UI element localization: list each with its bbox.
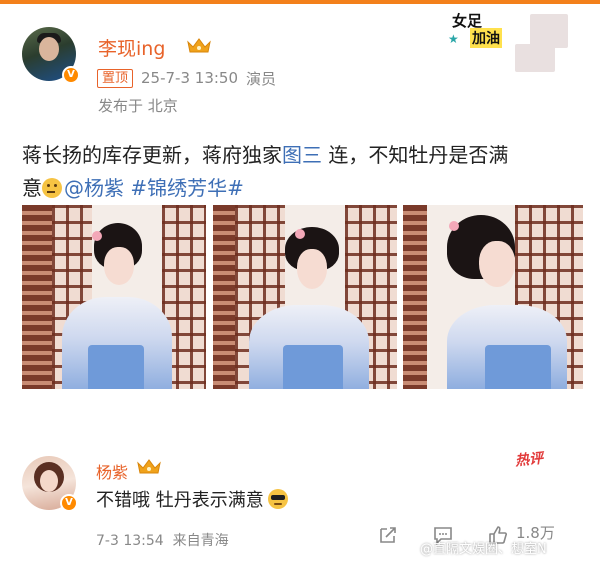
vip-crown-icon [137, 459, 161, 474]
post-photo-2[interactable] [213, 205, 397, 389]
comment-meta: 7-3 13:54 来自青海 [96, 530, 229, 550]
post-text-part: 意 [22, 176, 42, 200]
sticker-line2: 加油 [470, 28, 502, 48]
blurred-area [515, 44, 555, 72]
share-icon [380, 527, 396, 543]
mention-link[interactable]: @杨紫 [64, 176, 124, 200]
sunglasses-emoji-icon [267, 489, 288, 509]
image-link[interactable]: 图三 [282, 143, 322, 167]
hot-comment-badge: 热评 [514, 450, 544, 470]
pinned-badge: 置顶 [97, 68, 134, 88]
author-role: 演员 [246, 69, 277, 88]
comment-source: 来自青海 [172, 533, 229, 549]
comment-time: 7-3 13:54 [96, 533, 164, 549]
post-meta: 置顶 25-7-3 13:50 演员 [97, 68, 276, 88]
post-time: 25-7-3 13:50 [141, 69, 239, 87]
comment-text-content: 不错哦 牡丹表示满意 [96, 490, 264, 511]
top-accent-bar [0, 0, 600, 4]
post-photo-3[interactable] [403, 205, 583, 389]
sticker-badge: 女足 ★ 加油 [444, 8, 514, 50]
comment-text: 不错哦 牡丹表示满意 [96, 486, 288, 512]
author-name[interactable]: 李现ing [98, 34, 165, 61]
blurred-area [530, 14, 568, 48]
post-text-part: 连，不知牡丹是否满 [322, 143, 509, 167]
star-icon: ★ [448, 32, 459, 46]
thinking-emoji-icon [42, 178, 62, 198]
post-location: 发布于 北京 [98, 97, 178, 115]
vip-crown-icon [187, 38, 211, 53]
watermark-text: @直隔文娱圈、想室N [420, 542, 547, 557]
topic-link[interactable]: #锦绣芳华# [130, 176, 244, 200]
post-photo-1[interactable] [22, 205, 206, 389]
share-button[interactable] [377, 524, 399, 546]
verified-icon: V [60, 494, 78, 512]
post-text: 蒋长扬的库存更新，蒋府独家图三 连，不知牡丹是否满 意 @杨紫 #锦绣芳华# [22, 139, 582, 205]
post-text-part: 蒋长扬的库存更新，蒋府独家 [22, 143, 282, 167]
verified-icon: V [62, 66, 80, 84]
commenter-name[interactable]: 杨紫 [96, 459, 128, 483]
